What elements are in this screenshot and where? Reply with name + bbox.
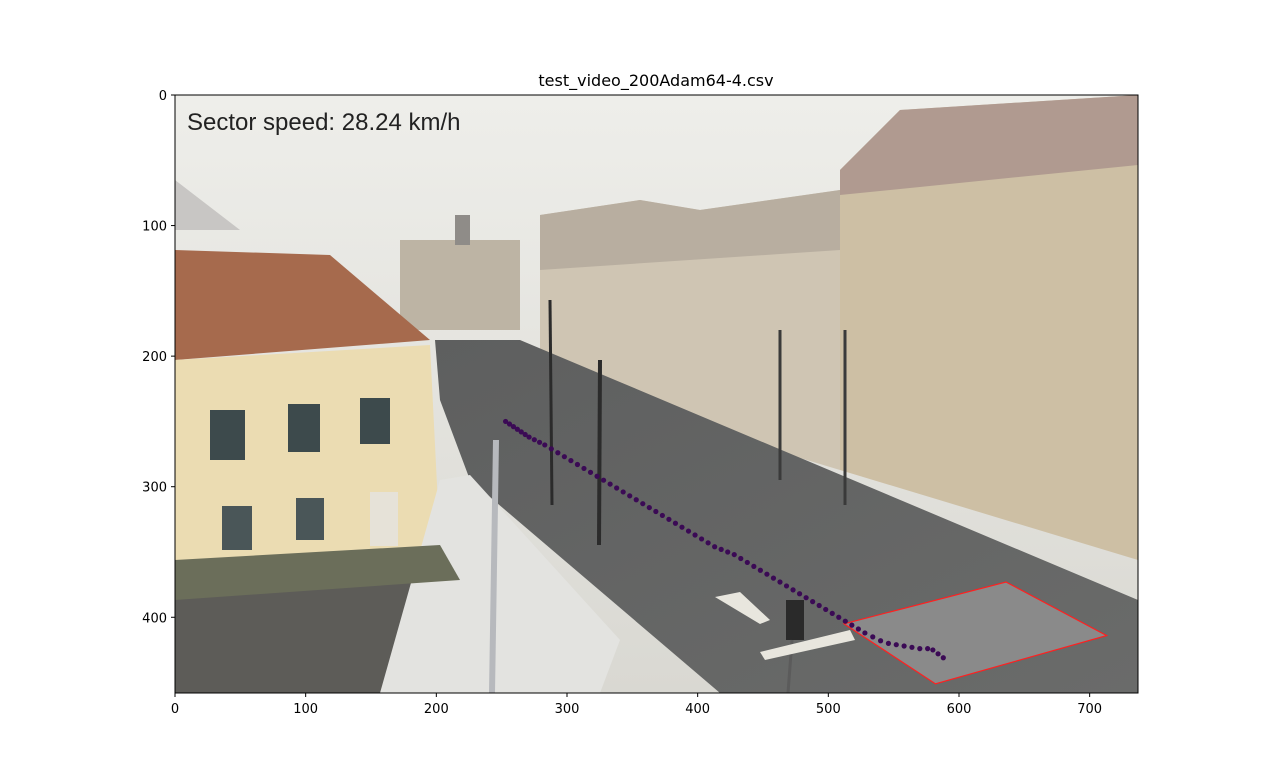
chart-title: test_video_200Adam64-4.csv (538, 71, 773, 91)
trajectory-point (685, 528, 692, 534)
trajectory-point (568, 457, 574, 464)
trajectory-point (659, 512, 665, 519)
trajectory-point (614, 485, 620, 491)
trajectory-point (718, 546, 724, 552)
trajectory-point (587, 469, 594, 475)
trajectory-point (526, 434, 532, 440)
trajectory-point (705, 540, 711, 546)
trajectory-point (561, 454, 567, 460)
trajectory-point (893, 642, 899, 648)
trajectory-point (803, 595, 809, 601)
x-tick-label: 0 (171, 702, 179, 717)
x-tick-label: 700 (1077, 702, 1102, 717)
y-tick-label: 0 (159, 89, 167, 104)
trajectory-point (594, 473, 600, 479)
trajectory-point (909, 644, 915, 650)
trajectory-point (783, 583, 790, 589)
x-tick-label: 100 (293, 702, 318, 717)
trajectory-point (862, 630, 868, 636)
trajectory-point (823, 606, 829, 613)
trajectory-point (790, 587, 796, 593)
trajectory-point (917, 646, 923, 652)
trajectory-point (935, 651, 941, 657)
trajectory-point (548, 446, 554, 452)
trajectory-point (940, 655, 946, 661)
trajectory-point (600, 477, 607, 483)
trajectory-point (627, 493, 633, 499)
trajectory-point (666, 516, 672, 522)
trajectory-point (810, 599, 816, 605)
x-tick-label: 200 (424, 702, 449, 717)
trajectory-point (751, 563, 757, 569)
trajectory-point (640, 501, 646, 507)
trajectory-point (744, 559, 750, 566)
trajectory-point (633, 497, 639, 503)
trajectory-point (855, 626, 861, 632)
trajectory-point (555, 450, 561, 456)
x-tick-label: 500 (816, 702, 841, 717)
trajectory-point (646, 504, 652, 511)
trajectory-point (536, 439, 543, 445)
x-tick-label: 400 (685, 702, 710, 717)
trajectory-point (849, 622, 855, 628)
trajectory-point (607, 481, 613, 487)
trajectory-point (574, 461, 581, 468)
trajectory-point (901, 643, 907, 649)
trajectory-point (757, 567, 763, 573)
trajectory-point (836, 614, 842, 620)
trajectory-point (698, 536, 705, 542)
sector-speed-label: Sector speed: 28.24 km/h (187, 109, 461, 136)
trajectory-point (842, 618, 848, 624)
trajectory-point (653, 508, 659, 515)
trajectory-point (531, 437, 537, 443)
trajectory-point (738, 555, 744, 562)
trajectory-point (777, 579, 783, 585)
trajectory-point (679, 524, 685, 530)
trajectory-point (816, 602, 822, 609)
y-tick-label: 400 (142, 611, 167, 626)
y-tick-label: 200 (142, 350, 167, 365)
trajectory-point (712, 544, 718, 550)
x-tick-label: 300 (555, 702, 580, 717)
y-tick-label: 100 (142, 220, 167, 235)
figure: test_video_200Adam64-4.csv Sector speed:… (142, 71, 1139, 717)
trajectory-point (870, 634, 876, 640)
trajectory-point (725, 549, 731, 555)
trajectory-point (581, 465, 587, 472)
trajectory-point (770, 575, 777, 581)
trajectory-point (764, 571, 770, 577)
trajectory-point (542, 442, 548, 448)
trajectory-point (692, 532, 698, 538)
trajectory-point (930, 647, 936, 653)
trajectory-point (925, 646, 931, 652)
trajectory-point (829, 610, 835, 616)
trajectory-point (796, 591, 803, 597)
trajectory-point (877, 638, 884, 644)
x-tick-label: 600 (947, 702, 972, 717)
y-tick-label: 300 (142, 481, 167, 496)
trajectory-point (885, 640, 892, 646)
trajectory-point (672, 520, 679, 526)
trajectory-point (731, 551, 737, 558)
trajectory-point (620, 489, 626, 495)
